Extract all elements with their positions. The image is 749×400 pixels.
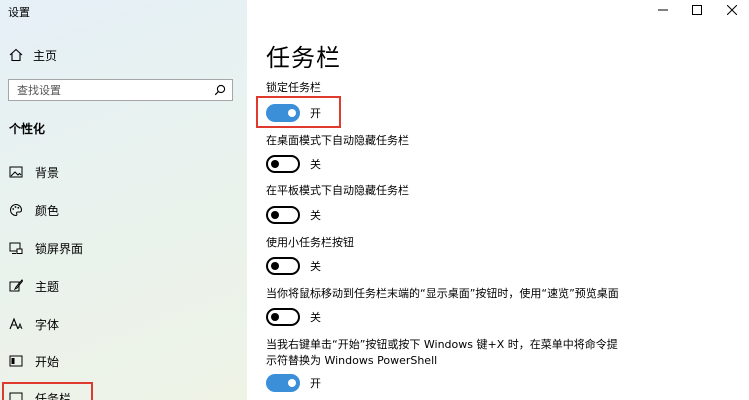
toggle-state-label: 关 [310, 311, 321, 324]
close-icon [727, 5, 737, 15]
setting-label-autohide-tablet: 在平板模式下自动隐藏任务栏 [266, 184, 409, 197]
toggle-state-label: 关 [310, 209, 321, 222]
main-panel: 任务栏 锁定任务栏 开 在桌面模式下自动隐藏任务栏 关 在平板模式下自动隐藏任务… [247, 0, 749, 400]
setting-powershell[interactable]: 开 [266, 374, 321, 392]
toggle-state-label: 关 [310, 158, 321, 171]
page-title: 任务栏 [266, 44, 341, 72]
toggle-state-label: 开 [310, 377, 321, 390]
toggle-small-buttons[interactable] [266, 257, 300, 275]
setting-label-small-buttons: 使用小任务栏按钮 [266, 236, 354, 249]
search-icon[interactable] [214, 84, 226, 96]
toggle-powershell[interactable] [266, 374, 300, 392]
close-button[interactable] [715, 0, 749, 20]
sidebar-item-label: 颜色 [35, 203, 60, 218]
font-icon [9, 317, 23, 331]
sidebar-item-colors[interactable]: 颜色 [9, 200, 59, 220]
toggle-autohide-tablet[interactable] [266, 206, 300, 224]
setting-autohide-desktop[interactable]: 关 [266, 155, 321, 173]
brush-icon [9, 279, 23, 293]
maximize-icon [692, 5, 702, 15]
sidebar-item-start[interactable]: 开始 [9, 351, 59, 371]
sidebar-item-label: 锁屏界面 [35, 241, 84, 256]
sidebar-item-fonts[interactable]: 字体 [9, 314, 59, 334]
setting-peek[interactable]: 关 [266, 308, 321, 326]
setting-label-powershell-line1: 当我右键单击“开始”按钮或按下 Windows 键+X 时，在菜单中将命令提 [266, 338, 618, 351]
start-icon [9, 354, 23, 368]
search-box[interactable] [8, 79, 233, 101]
sidebar: 设置 主页 个性化 背景 颜色 锁屏界面 主题 [0, 0, 247, 400]
maximize-button[interactable] [680, 0, 714, 20]
sidebar-item-label: 主题 [35, 279, 60, 294]
setting-label-lock-taskbar: 锁定任务栏 [266, 81, 321, 94]
toggle-autohide-desktop[interactable] [266, 155, 300, 173]
sidebar-item-background[interactable]: 背景 [9, 162, 59, 182]
minimize-button[interactable] [646, 0, 680, 20]
sidebar-item-label: 背景 [35, 165, 60, 180]
toggle-state-label: 关 [310, 260, 321, 273]
home-icon [9, 48, 23, 62]
home-label: 主页 [33, 48, 58, 63]
sidebar-item-lock-screen[interactable]: 锁屏界面 [9, 238, 83, 258]
sidebar-item-label: 开始 [35, 354, 60, 369]
home-nav-item[interactable]: 主页 [9, 45, 57, 65]
minimize-icon [658, 9, 668, 11]
lock-taskbar-highlight-box [256, 96, 341, 128]
setting-small-buttons[interactable]: 关 [266, 257, 321, 275]
picture-icon [9, 165, 23, 179]
palette-icon [9, 203, 23, 217]
lock-screen-icon [9, 241, 23, 255]
setting-label-powershell-line2: 示符替换为 Windows PowerShell [266, 354, 438, 367]
search-input[interactable] [17, 83, 207, 97]
window-title: 设置 [8, 6, 30, 19]
sidebar-item-themes[interactable]: 主题 [9, 276, 59, 296]
taskbar-highlight-box [2, 382, 93, 400]
setting-autohide-tablet[interactable]: 关 [266, 206, 321, 224]
toggle-peek[interactable] [266, 308, 300, 326]
setting-label-autohide-desktop: 在桌面模式下自动隐藏任务栏 [266, 134, 409, 147]
setting-label-peek: 当你将鼠标移动到任务栏末端的“显示桌面”按钮时，使用“速览”预览桌面 [266, 287, 619, 300]
sidebar-item-label: 字体 [35, 317, 60, 332]
section-title: 个性化 [9, 122, 46, 136]
